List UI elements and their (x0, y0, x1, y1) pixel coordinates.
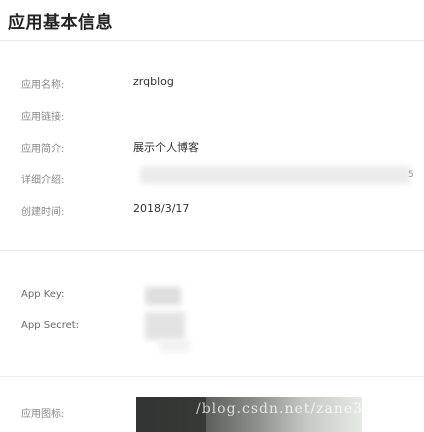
app-key-redacted (145, 287, 181, 305)
app-name-label: 应用名称: (21, 80, 65, 91)
app-secret-label: App Secret: (21, 320, 80, 331)
app-icon-label: 应用图标: (21, 409, 65, 420)
created-time-value: 2018/3/17 (133, 202, 190, 215)
app-detail-tail: 5 (408, 170, 414, 180)
title-divider (0, 40, 424, 41)
app-detail-label: 详细介绍: (21, 175, 65, 186)
app-info-page: 应用基本信息 应用名称: zrqblog 应用链接: 应用简介: 展示个人博客 … (0, 0, 424, 432)
watermark-text: /blog.csdn.net/zane3 (196, 401, 364, 417)
app-secret-redacted-tail (160, 340, 190, 352)
app-summary-label: 应用简介: (21, 144, 65, 155)
app-secret-redacted (145, 312, 185, 340)
app-detail-redacted (140, 166, 410, 184)
section-divider (0, 250, 424, 251)
created-time-label: 创建时间: (21, 207, 65, 218)
icon-divider (0, 376, 424, 377)
app-link-label: 应用链接: (21, 112, 65, 123)
page-title: 应用基本信息 (8, 13, 113, 33)
app-key-label: App Key: (21, 289, 65, 300)
app-name-value: zrqblog (133, 75, 174, 88)
app-summary-value: 展示个人博客 (133, 141, 199, 154)
